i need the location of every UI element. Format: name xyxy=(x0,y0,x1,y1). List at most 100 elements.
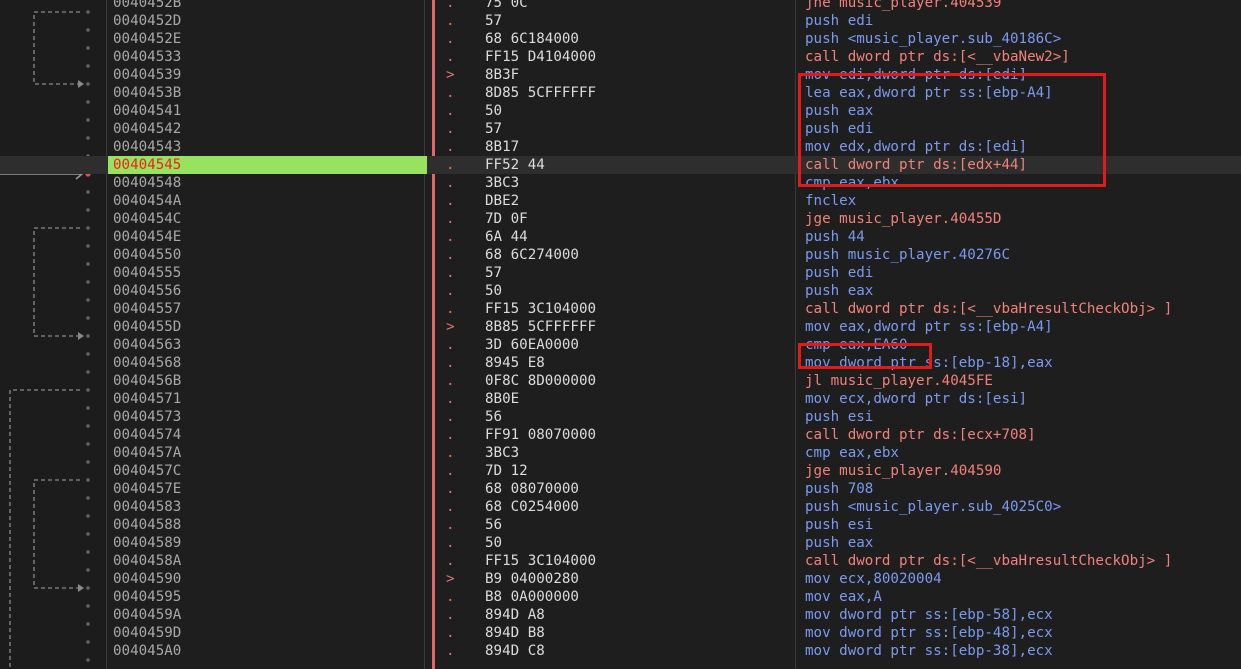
instruction-row[interactable]: 004045A0. 894D C8 mov dword ptr ss:[ebp-38… xyxy=(0,642,1241,660)
instruction-text: push 708 xyxy=(805,481,874,497)
instruction-text: mov dword ptr ss:[ebp-38],ecx xyxy=(805,643,1053,659)
jump-target-marker: > xyxy=(446,67,455,83)
instruction-row[interactable]: 00404533. FF15 D4104000 call dword ptr ds:… xyxy=(0,48,1241,66)
instruction-marker: . xyxy=(446,0,455,11)
instruction-text: cmp eax,ebx xyxy=(805,445,899,461)
opcode-bytes: 3BC3 xyxy=(485,175,520,191)
instruction-text: push edi xyxy=(805,13,874,29)
instruction-row[interactable]: 0040457C. 7D 12 jge music_player.404590 xyxy=(0,462,1241,480)
instruction-row[interactable]: 00404563. 3D 60EA0000 cmp eax,EA60 xyxy=(0,336,1241,354)
instruction-row[interactable]: 0040452D. 57 push edi xyxy=(0,12,1241,30)
opcode-bytes: B8 0A000000 xyxy=(485,589,579,605)
instruction-text: push eax xyxy=(805,283,874,299)
instruction-row[interactable]: 00404556. 50 push eax xyxy=(0,282,1241,300)
address: 0040457C xyxy=(113,463,182,479)
address: 0040452B xyxy=(113,0,182,11)
opcode-bytes: 8B17 xyxy=(485,139,520,155)
address: 00404590 xyxy=(113,571,182,587)
opcode-bytes: 8B85 5CFFFFFF xyxy=(485,319,597,335)
instruction-row[interactable]: 00404571. 8B0E mov ecx,dword ptr ds:[esi] xyxy=(0,390,1241,408)
address: 00404539 xyxy=(113,67,182,83)
opcode-bytes: FF52 44 xyxy=(485,157,545,173)
opcode-bytes: 3D 60EA0000 xyxy=(485,337,579,353)
instruction-text: mov ecx,80020004 xyxy=(805,571,942,587)
address: 00404595 xyxy=(113,589,182,605)
address: 00404556 xyxy=(113,283,182,299)
address: 0040455D xyxy=(113,319,182,335)
opcode-bytes: FF15 3C104000 xyxy=(485,301,597,317)
jump-target-marker: > xyxy=(446,571,455,587)
address: 00404589 xyxy=(113,535,182,551)
opcode-bytes: 57 xyxy=(485,121,503,137)
instruction-row[interactable]: 0040454A. DBE2 fnclex xyxy=(0,192,1241,210)
instruction-marker: . xyxy=(446,409,455,425)
instruction-row[interactable]: 00404588. 56 push esi xyxy=(0,516,1241,534)
address: 0040456B xyxy=(113,373,182,389)
instruction-marker: . xyxy=(446,229,455,245)
instruction-row[interactable]: 0040454E. 6A 44 push 44 xyxy=(0,228,1241,246)
address: 0040457E xyxy=(113,481,182,497)
instruction-row[interactable]: 0040452E. 68 6C184000 push <music_player.s… xyxy=(0,30,1241,48)
instruction-row[interactable]: 0040452B. 75 0C jne music_player.404539 xyxy=(0,0,1241,12)
address: 00404583 xyxy=(113,499,182,515)
address: 00404543 xyxy=(113,139,182,155)
instruction-row[interactable]: 00404590 > B9 04000280 mov ecx,80020004 xyxy=(0,570,1241,588)
instruction-marker: . xyxy=(446,481,455,497)
instruction-marker: . xyxy=(446,463,455,479)
opcode-bytes: 56 xyxy=(485,517,503,533)
instruction-row[interactable]: 0040457E. 68 08070000 push 708 xyxy=(0,480,1241,498)
address: 00404550 xyxy=(113,247,182,263)
address: 00404545 xyxy=(108,156,427,174)
instruction-marker: . xyxy=(446,49,455,65)
instruction-marker: . xyxy=(446,121,455,137)
instruction-text: push esi xyxy=(805,517,874,533)
instruction-marker: . xyxy=(446,355,455,371)
instruction-marker: . xyxy=(446,427,455,443)
opcode-bytes: 68 6C274000 xyxy=(485,247,579,263)
opcode-bytes: 68 08070000 xyxy=(485,481,579,497)
instruction-row[interactable]: 0040459A. 894D A8 mov dword ptr ss:[ebp-58… xyxy=(0,606,1241,624)
opcode-bytes: 894D C8 xyxy=(485,643,545,659)
address: 00404568 xyxy=(113,355,182,371)
instruction-row[interactable]: 00404574. FF91 08070000 call dword ptr ds:… xyxy=(0,426,1241,444)
instruction-row[interactable]: 00404595. B8 0A000000 mov eax,A xyxy=(0,588,1241,606)
instruction-row[interactable]: 0040455D >8B85 5CFFFFFF mov eax,dword ptr … xyxy=(0,318,1241,336)
instruction-row[interactable]: 00404583. 68 C0254000 push <music_player.s… xyxy=(0,498,1241,516)
instruction-marker: . xyxy=(446,391,455,407)
instruction-marker: . xyxy=(446,517,455,533)
instruction-text: push 44 xyxy=(805,229,865,245)
instruction-marker: . xyxy=(446,499,455,515)
address: 0040453B xyxy=(113,85,182,101)
instruction-text: mov dword ptr ss:[ebp-48],ecx xyxy=(805,625,1053,641)
instruction-marker: . xyxy=(446,607,455,623)
instruction-row[interactable]: 0040458A. FF15 3C104000 call dword ptr ds:… xyxy=(0,552,1241,570)
instruction-row[interactable]: 00404568. 8945 E8 mov dword ptr ss:[ebp-18… xyxy=(0,354,1241,372)
instruction-row[interactable]: 0040454C. 7D 0F jge music_player.40455D xyxy=(0,210,1241,228)
instruction-row[interactable]: 00404589. 50 push eax xyxy=(0,534,1241,552)
opcode-bytes: 50 xyxy=(485,535,503,551)
instruction-marker: . xyxy=(446,85,455,101)
instruction-text: jge music_player.40455D xyxy=(805,211,1002,227)
opcode-bytes: 8D85 5CFFFFFF xyxy=(485,85,597,101)
highlight-box-call-block xyxy=(798,73,1106,187)
instruction-row[interactable]: 00404573. 56 push esi xyxy=(0,408,1241,426)
opcode-bytes: B9 04000280 xyxy=(485,571,579,587)
instruction-text: mov eax,A xyxy=(805,589,882,605)
instruction-row[interactable]: 00404555. 57 push edi xyxy=(0,264,1241,282)
opcode-bytes: DBE2 xyxy=(485,193,520,209)
disassembly-view[interactable]: 0040452B. 75 0C jne music_player.404539 004… xyxy=(0,0,1241,669)
instruction-row[interactable]: 0040457A. 3BC3 cmp eax,ebx xyxy=(0,444,1241,462)
instruction-marker: . xyxy=(446,247,455,263)
instruction-row[interactable]: 0040459D. 894D B8 mov dword ptr ss:[ebp-48… xyxy=(0,624,1241,642)
instruction-text: mov dword ptr ss:[ebp-58],ecx xyxy=(805,607,1053,623)
address: 00404574 xyxy=(113,427,182,443)
instruction-marker: . xyxy=(446,337,455,353)
instruction-row[interactable]: 00404557. FF15 3C104000 call dword ptr ds:… xyxy=(0,300,1241,318)
instruction-row[interactable]: 00404550. 68 6C274000 push music_player.40… xyxy=(0,246,1241,264)
opcode-bytes: 68 C0254000 xyxy=(485,499,579,515)
instruction-row[interactable]: 0040456B. 0F8C 8D000000 jl music_player.40… xyxy=(0,372,1241,390)
instruction-marker: . xyxy=(446,13,455,29)
opcode-bytes: 894D A8 xyxy=(485,607,545,623)
opcode-bytes: 50 xyxy=(485,103,503,119)
instruction-marker: . xyxy=(446,31,455,47)
